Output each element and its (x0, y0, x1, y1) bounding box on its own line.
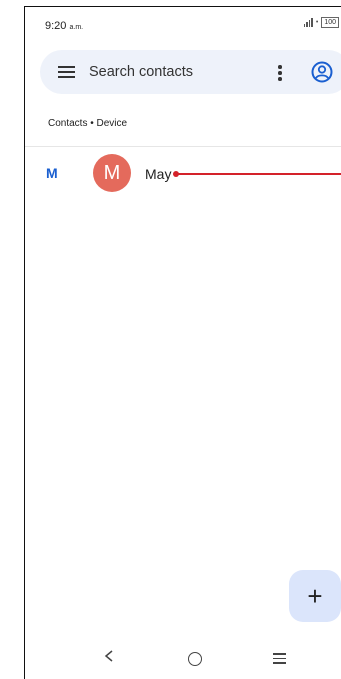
avatar[interactable]: M (93, 154, 131, 192)
back-icon[interactable] (102, 649, 116, 663)
battery-icon: 100 (321, 17, 339, 28)
status-time-suffix: a.m. (69, 24, 84, 31)
add-contact-button[interactable]: + (289, 570, 341, 622)
status-bar: 9:20 a.m. • 100 (25, 7, 341, 37)
recents-icon[interactable] (273, 653, 286, 667)
account-icon[interactable] (311, 61, 333, 83)
wifi-icon: • (315, 19, 319, 26)
account-section-label: Contacts • Device (48, 118, 128, 129)
signal-icon (303, 18, 313, 27)
more-options-icon[interactable] (278, 65, 282, 83)
annotation-pointer-line (175, 173, 341, 175)
search-bar[interactable]: Search contacts (40, 50, 341, 94)
divider (25, 146, 341, 147)
status-icons: • 100 (303, 17, 339, 28)
letter-header-m: M (46, 165, 58, 181)
menu-icon[interactable] (58, 66, 75, 78)
contact-name-may[interactable]: May (145, 166, 171, 182)
phone-screen: 9:20 a.m. • 100 Search contacts Contacts… (24, 6, 341, 679)
status-time: 9:20 a.m. (45, 20, 83, 32)
home-icon[interactable] (188, 652, 202, 666)
status-time-value: 9:20 (45, 20, 67, 32)
search-input[interactable]: Search contacts (89, 64, 193, 80)
